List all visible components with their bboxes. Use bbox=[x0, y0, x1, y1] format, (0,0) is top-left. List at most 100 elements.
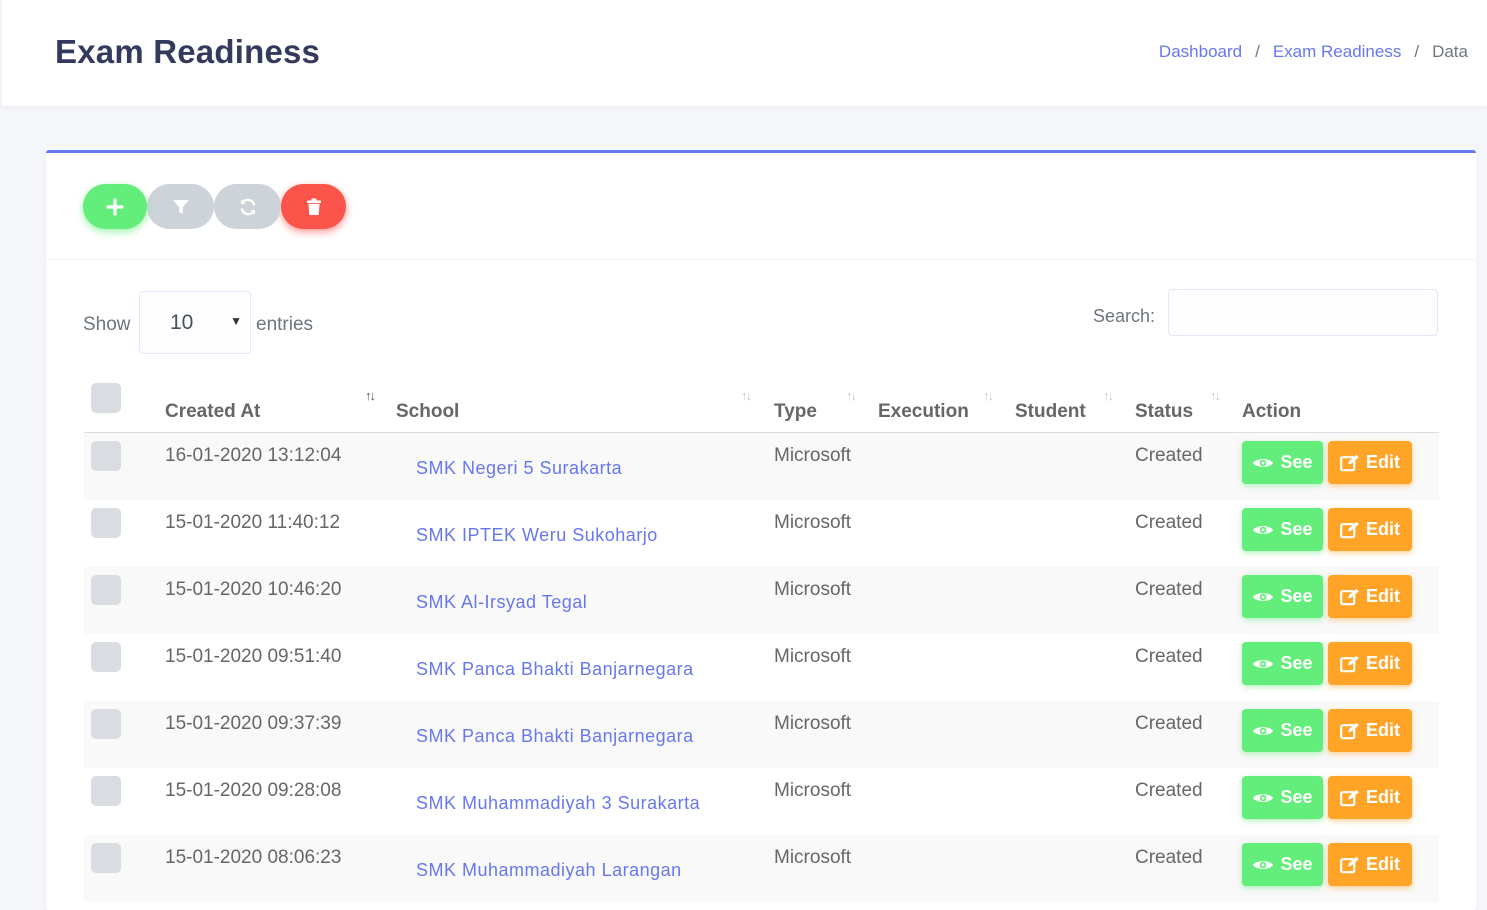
cell-type: Microsoft bbox=[774, 847, 852, 868]
edit-icon bbox=[1340, 521, 1359, 538]
row-checkbox[interactable] bbox=[91, 575, 121, 605]
select-all-checkbox[interactable] bbox=[91, 383, 121, 413]
add-button[interactable] bbox=[83, 184, 147, 229]
cell-status: Created bbox=[1135, 780, 1203, 801]
show-label: Show bbox=[83, 314, 131, 335]
column-header-school[interactable]: School bbox=[396, 401, 459, 423]
entries-select-value: 10 bbox=[170, 311, 194, 334]
edit-button-label: Edit bbox=[1366, 452, 1400, 472]
cell-status: Created bbox=[1135, 445, 1203, 466]
edit-icon bbox=[1340, 789, 1359, 806]
eye-icon bbox=[1253, 525, 1274, 534]
caret-down-icon: ▼ bbox=[230, 314, 242, 328]
row-checkbox[interactable] bbox=[91, 441, 121, 471]
row-checkbox[interactable] bbox=[91, 776, 121, 806]
cell-type: Microsoft bbox=[774, 512, 852, 533]
table-row: 15-01-2020 09:51:40 SMK Panca Bhakti Ban… bbox=[84, 634, 1439, 701]
page-title: Exam Readiness bbox=[55, 33, 321, 70]
sort-icon[interactable]: ↑↓ bbox=[741, 388, 752, 403]
cell-created-at: 15-01-2020 09:37:39 bbox=[165, 713, 342, 734]
cell-type: Microsoft bbox=[774, 445, 852, 466]
breadcrumb: Dashboard / Exam Readiness / Data bbox=[1159, 42, 1468, 62]
table-row: 15-01-2020 11:40:12 SMK IPTEK Weru Sukoh… bbox=[84, 500, 1439, 567]
cell-type: Microsoft bbox=[774, 579, 852, 600]
refresh-icon bbox=[240, 198, 255, 215]
edit-icon bbox=[1340, 588, 1359, 605]
see-button[interactable]: See bbox=[1242, 508, 1323, 551]
school-link[interactable]: SMK IPTEK Weru Sukoharjo bbox=[416, 525, 658, 546]
school-link[interactable]: SMK Muhammadiyah 3 Surakarta bbox=[416, 793, 700, 814]
sort-icon[interactable]: ↑↓ bbox=[1103, 388, 1114, 403]
see-button[interactable]: See bbox=[1242, 776, 1323, 819]
see-button-label: See bbox=[1280, 519, 1313, 539]
edit-button[interactable]: Edit bbox=[1328, 508, 1412, 551]
cell-type: Microsoft bbox=[774, 780, 852, 801]
column-header-student[interactable]: Student bbox=[1015, 401, 1086, 423]
breadcrumb-current: Data bbox=[1432, 42, 1468, 61]
see-button[interactable]: See bbox=[1242, 709, 1323, 752]
row-checkbox[interactable] bbox=[91, 843, 121, 873]
column-header-execution[interactable]: Execution bbox=[878, 401, 969, 423]
cell-created-at: 15-01-2020 10:46:20 bbox=[165, 579, 342, 600]
school-link[interactable]: SMK Panca Bhakti Banjarnegara bbox=[416, 659, 694, 680]
filter-button[interactable] bbox=[147, 184, 214, 229]
cell-status: Created bbox=[1135, 646, 1203, 667]
breadcrumb-separator: / bbox=[1255, 42, 1260, 61]
see-button-label: See bbox=[1280, 452, 1313, 472]
school-link[interactable]: SMK Muhammadiyah Larangan bbox=[416, 860, 682, 881]
delete-button[interactable] bbox=[281, 184, 346, 229]
sort-icon[interactable]: ↑↓ bbox=[365, 388, 376, 403]
breadcrumb-dashboard[interactable]: Dashboard bbox=[1159, 42, 1242, 62]
edit-button-label: Edit bbox=[1366, 653, 1400, 673]
see-button[interactable]: See bbox=[1242, 441, 1323, 484]
edit-icon bbox=[1340, 454, 1359, 471]
school-link[interactable]: SMK Panca Bhakti Banjarnegara bbox=[416, 726, 694, 747]
edit-button[interactable]: Edit bbox=[1328, 843, 1412, 886]
eye-icon bbox=[1253, 659, 1274, 668]
edit-button[interactable]: Edit bbox=[1328, 575, 1412, 618]
eye-icon bbox=[1253, 458, 1274, 467]
column-header-type[interactable]: Type bbox=[774, 401, 817, 423]
column-header-action: Action bbox=[1242, 401, 1302, 422]
edit-button-label: Edit bbox=[1366, 854, 1400, 874]
card-toolbar bbox=[46, 153, 1476, 260]
see-button-label: See bbox=[1280, 653, 1313, 673]
edit-icon bbox=[1340, 655, 1359, 672]
entries-select[interactable]: 10 ▼ bbox=[139, 291, 251, 354]
sort-icon[interactable]: ↑↓ bbox=[846, 388, 857, 403]
edit-button-label: Edit bbox=[1366, 586, 1400, 606]
school-link[interactable]: SMK Al-Irsyad Tegal bbox=[416, 592, 587, 613]
eye-icon bbox=[1253, 793, 1274, 802]
edit-button[interactable]: Edit bbox=[1328, 776, 1412, 819]
sort-icon[interactable]: ↑↓ bbox=[983, 388, 994, 403]
edit-button-label: Edit bbox=[1366, 519, 1400, 539]
breadcrumb-exam-readiness[interactable]: Exam Readiness bbox=[1273, 42, 1402, 62]
data-card: Show 10 ▼ entries Search: Created At ↑↓ … bbox=[46, 150, 1476, 910]
search-input[interactable] bbox=[1168, 289, 1438, 336]
see-button[interactable]: See bbox=[1242, 843, 1323, 886]
cell-status: Created bbox=[1135, 579, 1203, 600]
cell-type: Microsoft bbox=[774, 646, 852, 667]
entries-label: entries bbox=[256, 314, 314, 335]
sort-icon[interactable]: ↑↓ bbox=[1210, 388, 1221, 403]
column-header-created-at[interactable]: Created At bbox=[165, 401, 260, 423]
edit-button[interactable]: Edit bbox=[1328, 441, 1412, 484]
edit-button[interactable]: Edit bbox=[1328, 709, 1412, 752]
school-link[interactable]: SMK Negeri 5 Surakarta bbox=[416, 458, 622, 479]
edit-button[interactable]: Edit bbox=[1328, 642, 1412, 685]
cell-type: Microsoft bbox=[774, 713, 852, 734]
see-button-label: See bbox=[1280, 586, 1313, 606]
edit-button-label: Edit bbox=[1366, 787, 1400, 807]
edit-icon bbox=[1340, 856, 1359, 873]
see-button[interactable]: See bbox=[1242, 575, 1323, 618]
row-checkbox[interactable] bbox=[91, 642, 121, 672]
row-checkbox[interactable] bbox=[91, 709, 121, 739]
see-button[interactable]: See bbox=[1242, 642, 1323, 685]
refresh-button[interactable] bbox=[214, 184, 281, 229]
column-header-status[interactable]: Status bbox=[1135, 401, 1193, 423]
eye-icon bbox=[1253, 726, 1274, 735]
edit-button-label: Edit bbox=[1366, 720, 1400, 740]
row-checkbox[interactable] bbox=[91, 508, 121, 538]
cell-status: Created bbox=[1135, 512, 1203, 533]
eye-icon bbox=[1253, 592, 1274, 601]
